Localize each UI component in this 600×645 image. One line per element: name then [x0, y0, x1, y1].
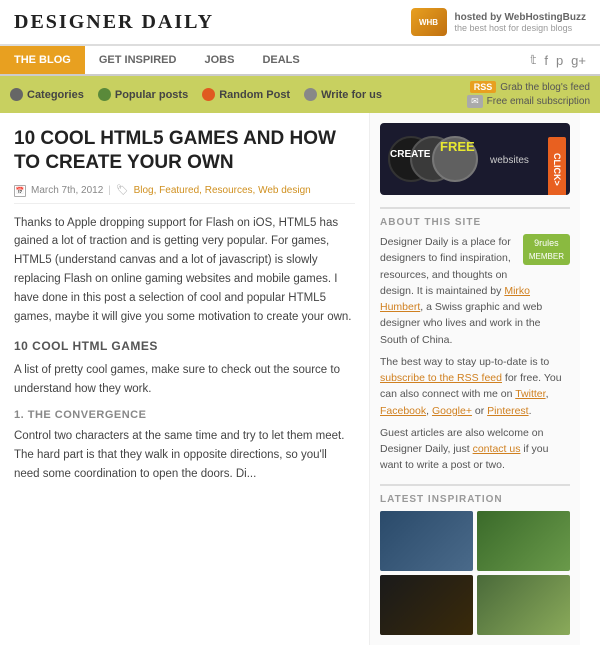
nav-bar: THE BLOG GET INSPIRED JOBS DEALS 𝕥 f p g…	[0, 46, 600, 76]
calendar-icon: 📅	[14, 185, 26, 197]
random-label: Random Post	[219, 89, 290, 101]
facebook-icon[interactable]: f	[544, 53, 548, 68]
article-title: 10 COOL HTML5 GAMES AND HOW TO CREATE YO…	[14, 127, 355, 175]
pinterest-link[interactable]: Pinterest	[487, 405, 528, 417]
9rules-badge: 9rulesMEMBER	[523, 234, 570, 265]
hosting-logo: WHB	[411, 8, 447, 36]
hosted-badge: WHB hosted by WebHostingBuzz the best ho…	[411, 8, 586, 36]
inspiration-thumb-1[interactable]	[380, 511, 473, 571]
left-column: 10 COOL HTML5 GAMES AND HOW TO CREATE YO…	[0, 113, 370, 645]
ad-click-button[interactable]: CLICK>	[548, 137, 566, 195]
tag-icon: 🏷	[116, 185, 129, 196]
nav-item-blog[interactable]: THE BLOG	[0, 46, 85, 74]
googleplus-icon[interactable]: g+	[571, 53, 586, 68]
rss-area: RSS Grab the blog's feed ✉ Free email su…	[467, 81, 590, 108]
inspiration-thumb-3[interactable]	[380, 575, 473, 635]
sub-nav-popular[interactable]: Popular posts	[98, 88, 188, 101]
random-icon	[202, 88, 215, 101]
about-heading: ABOUT THIS SITE	[380, 207, 570, 228]
twitter-link[interactable]: Twitter	[515, 388, 545, 400]
rss-label: Grab the blog's feed	[500, 82, 590, 93]
email-icon: ✉	[467, 95, 483, 108]
article-meta: 📅 March 7th, 2012 | 🏷 Blog, Featured, Re…	[14, 185, 355, 204]
nav-item-jobs[interactable]: JOBS	[190, 46, 248, 74]
pinterest-icon[interactable]: p	[556, 53, 563, 68]
hosted-line2: the best host for design blogs	[455, 23, 586, 33]
facebook-link[interactable]: Facebook	[380, 405, 426, 417]
ad-free-text: FREE	[440, 139, 475, 154]
hosted-text: hosted by WebHostingBuzz the best host f…	[455, 12, 586, 33]
header: DESIGNER DAILY WHB hosted by WebHostingB…	[0, 0, 600, 46]
article-body1: Thanks to Apple dropping support for Fla…	[14, 214, 355, 328]
about-text3: Guest articles are also welcome on Desig…	[380, 425, 570, 474]
ad-banner[interactable]: CREATE FREE websites CLICK>	[380, 123, 570, 195]
inspiration-thumb-2[interactable]	[477, 511, 570, 571]
contact-link[interactable]: contact us	[473, 443, 521, 455]
rss-icon: RSS	[470, 81, 497, 93]
ad-create-text: CREATE	[390, 149, 430, 160]
article-tags[interactable]: Blog, Featured, Resources, Web design	[134, 185, 311, 196]
googleplus-link[interactable]: Google+	[432, 405, 472, 417]
twitter-icon[interactable]: 𝕥	[530, 52, 536, 68]
popular-label: Popular posts	[115, 89, 188, 101]
right-sidebar: CREATE FREE websites CLICK> ABOUT THIS S…	[370, 113, 580, 645]
sub-nav-random[interactable]: Random Post	[202, 88, 290, 101]
grab-rss[interactable]: RSS Grab the blog's feed	[470, 81, 590, 93]
mirko-link[interactable]: Mirko Humbert	[380, 285, 530, 313]
write-icon	[304, 88, 317, 101]
social-icons: 𝕥 f p g+	[516, 46, 600, 74]
9rules-badge-area: 9rulesMEMBER	[523, 234, 570, 265]
latest-heading: LATEST INSPIRATION	[380, 484, 570, 505]
inspiration-thumb-4[interactable]	[477, 575, 570, 635]
article-body3: Control two characters at the same time …	[14, 427, 355, 484]
meta-sep: |	[108, 185, 111, 196]
hosted-line1: hosted by WebHostingBuzz	[455, 12, 586, 23]
site-title: DESIGNER DAILY	[14, 11, 214, 34]
section-heading1: 10 COOL HTML GAMES	[14, 339, 355, 353]
sub-nav-categories[interactable]: Categories	[10, 88, 84, 101]
ad-websites-text: websites	[490, 155, 529, 166]
sub-nav: Categories Popular posts Random Post Wri…	[0, 76, 600, 113]
article-body2: A list of pretty cool games, make sure t…	[14, 361, 355, 399]
popular-icon	[98, 88, 111, 101]
nav-item-deals[interactable]: DEALS	[248, 46, 313, 74]
about-section: ABOUT THIS SITE 9rulesMEMBER Designer Da…	[380, 207, 570, 474]
about-text2: The best way to stay up-to-date is to su…	[380, 354, 570, 419]
rss-link[interactable]: subscribe to the RSS feed	[380, 372, 502, 384]
article-date: March 7th, 2012	[31, 185, 103, 196]
inspiration-grid	[380, 511, 570, 635]
main-content: 10 COOL HTML5 GAMES AND HOW TO CREATE YO…	[0, 113, 600, 645]
categories-icon	[10, 88, 23, 101]
email-label: Free email subscription	[487, 96, 590, 107]
email-sub[interactable]: ✉ Free email subscription	[467, 95, 590, 108]
sub-nav-write[interactable]: Write for us	[304, 88, 382, 101]
write-label: Write for us	[321, 89, 382, 101]
sub-section1: 1. THE CONVERGENCE	[14, 409, 355, 421]
nav-item-inspired[interactable]: GET INSPIRED	[85, 46, 191, 74]
latest-inspiration-section: LATEST INSPIRATION	[380, 484, 570, 635]
categories-label: Categories	[27, 89, 84, 101]
